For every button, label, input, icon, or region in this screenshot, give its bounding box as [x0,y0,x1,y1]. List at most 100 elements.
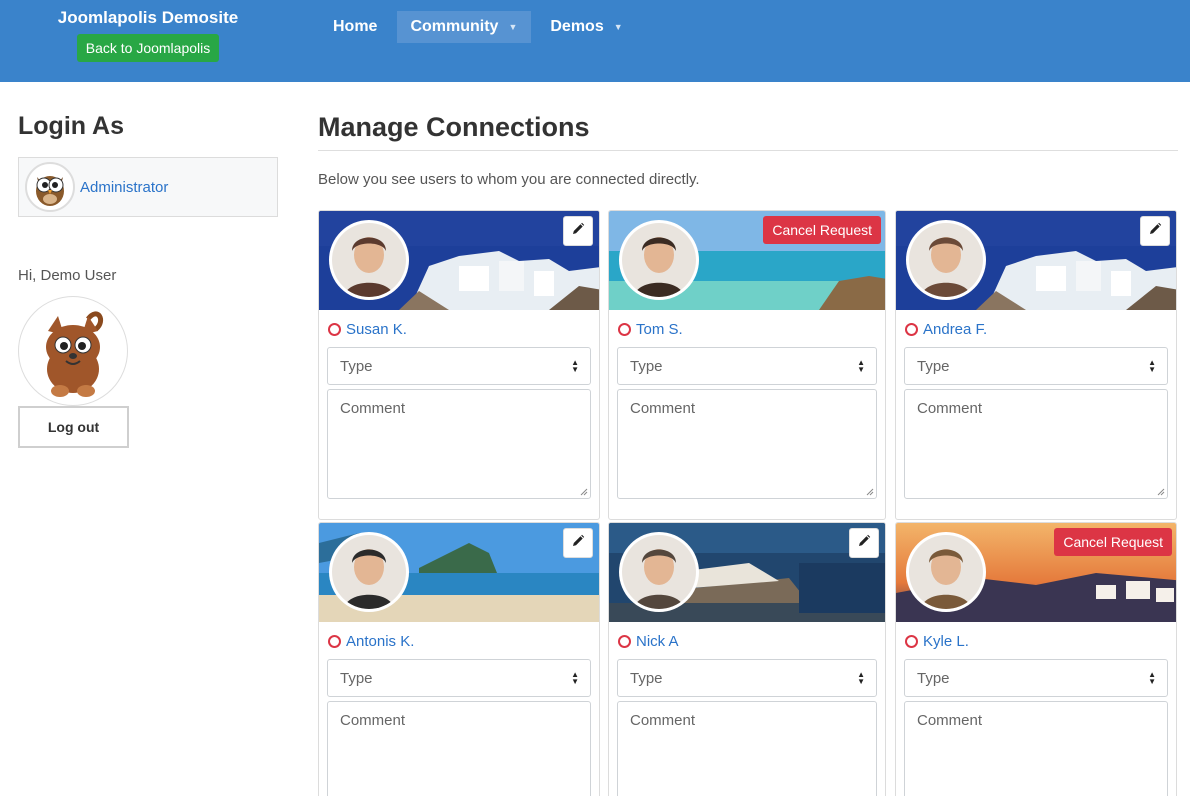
avatar-photo [622,535,696,609]
status-circle-icon [328,323,341,336]
resize-handle-icon[interactable] [580,488,588,496]
user-name-link[interactable]: Andrea F. [923,321,987,338]
nav-home[interactable]: Home [320,11,391,43]
status-circle-icon [905,323,918,336]
cat-icon [46,311,103,397]
connection-type-select[interactable]: Type ▲ ▼ [617,347,877,385]
chevron-down-icon: ▼ [613,22,623,32]
resize-handle-icon[interactable] [1157,488,1165,496]
user-avatar[interactable] [906,220,986,300]
brand: Joomlapolis Demosite Back to Joomlapolis [48,8,248,62]
comment-placeholder: Comment [917,712,983,729]
status-circle-icon [905,635,918,648]
avatar-photo [332,223,406,297]
pencil-icon [1148,222,1162,241]
administrator-link[interactable]: Administrator [80,179,168,196]
comment-textarea[interactable]: Comment [327,701,591,796]
type-placeholder: Type [340,357,373,375]
select-arrows-icon: ▲ ▼ [857,358,865,374]
connection-status: Tom S. [618,321,683,338]
nav-community[interactable]: Community ▼ [397,11,532,43]
comment-textarea[interactable]: Comment [327,389,591,499]
connection-status: Susan K. [328,321,407,338]
top-navbar: Joomlapolis Demosite Back to Joomlapolis… [0,0,1190,82]
user-name-link[interactable]: Susan K. [346,321,407,338]
pencil-icon [857,534,871,553]
avatar-photo [622,223,696,297]
back-to-joomlapolis-button[interactable]: Back to Joomlapolis [76,34,220,62]
comment-placeholder: Comment [630,712,696,729]
select-arrows-icon: ▲ ▼ [1148,670,1156,686]
comment-textarea[interactable]: Comment [617,389,877,499]
select-arrows-icon: ▲ ▼ [571,670,579,686]
user-name-link[interactable]: Tom S. [636,321,683,338]
resize-handle-icon[interactable] [866,488,874,496]
main-nav: Home Community ▼ Demos ▼ [320,11,637,43]
type-placeholder: Type [630,669,663,687]
edit-connection-button[interactable] [849,528,879,558]
cancel-request-button[interactable]: Cancel Request [1054,528,1172,556]
connection-type-select[interactable]: Type ▲ ▼ [327,659,591,697]
edit-connection-button[interactable] [1140,216,1170,246]
avatar-photo [909,535,983,609]
user-avatar[interactable] [329,220,409,300]
edit-connection-button[interactable] [563,216,593,246]
site-title[interactable]: Joomlapolis Demosite [48,8,248,28]
nav-home-label: Home [333,18,378,35]
comment-textarea[interactable]: Comment [617,701,877,796]
intro-text: Below you see users to whom you are conn… [318,171,700,188]
comment-textarea[interactable]: Comment [904,389,1168,499]
cancel-request-button[interactable]: Cancel Request [763,216,881,244]
avatar-photo [909,223,983,297]
comment-placeholder: Comment [340,712,406,729]
nav-community-label: Community [410,18,499,35]
comment-textarea[interactable]: Comment [904,701,1168,796]
select-arrows-icon: ▲ ▼ [571,358,579,374]
type-placeholder: Type [340,669,373,687]
chevron-down-icon: ▼ [508,22,518,32]
connection-card: Susan K. Type ▲ ▼ Comment [318,210,600,520]
connection-card: Cancel Request Tom S. Type ▲ ▼ Comment [608,210,886,520]
greeting: Hi, Demo User [18,267,117,284]
connection-type-select[interactable]: Type ▲ ▼ [904,659,1168,697]
type-placeholder: Type [917,357,950,375]
type-placeholder: Type [917,669,950,687]
main-content: Manage Connections Below you see users t… [318,112,1178,188]
user-avatar[interactable] [329,532,409,612]
connection-type-select[interactable]: Type ▲ ▼ [904,347,1168,385]
nav-demos[interactable]: Demos ▼ [537,11,636,43]
connection-card: Cancel Request Kyle L. Type ▲ ▼ Comment [895,522,1177,796]
pencil-icon [571,534,585,553]
select-arrows-icon: ▲ ▼ [857,670,865,686]
user-name-link[interactable]: Antonis K. [346,633,414,650]
connection-status: Kyle L. [905,633,969,650]
page-title: Manage Connections [318,112,1178,151]
connection-status: Nick A [618,633,679,650]
select-arrows-icon: ▲ ▼ [1148,358,1156,374]
pencil-icon [571,222,585,241]
edit-connection-button[interactable] [563,528,593,558]
user-name-link[interactable]: Kyle L. [923,633,969,650]
sidebar: Login As Administrator Hi, Demo User Log… [18,112,278,448]
connection-status: Antonis K. [328,633,414,650]
owl-icon [36,176,64,206]
owl-avatar[interactable] [25,162,75,212]
user-avatar[interactable] [619,220,699,300]
type-placeholder: Type [630,357,663,375]
status-circle-icon [618,323,631,336]
nav-demos-label: Demos [550,18,604,35]
connection-type-select[interactable]: Type ▲ ▼ [327,347,591,385]
user-avatar[interactable] [619,532,699,612]
user-avatar[interactable] [906,532,986,612]
connection-card: Andrea F. Type ▲ ▼ Comment [895,210,1177,520]
user-avatar[interactable] [18,296,128,406]
connection-type-select[interactable]: Type ▲ ▼ [617,659,877,697]
login-as-box: Administrator [18,157,278,217]
logout-button[interactable]: Log out [18,406,129,448]
user-name-link[interactable]: Nick A [636,633,679,650]
comment-placeholder: Comment [340,400,406,417]
connection-status: Andrea F. [905,321,987,338]
status-circle-icon [328,635,341,648]
connection-card: Nick A Type ▲ ▼ Comment [608,522,886,796]
status-circle-icon [618,635,631,648]
